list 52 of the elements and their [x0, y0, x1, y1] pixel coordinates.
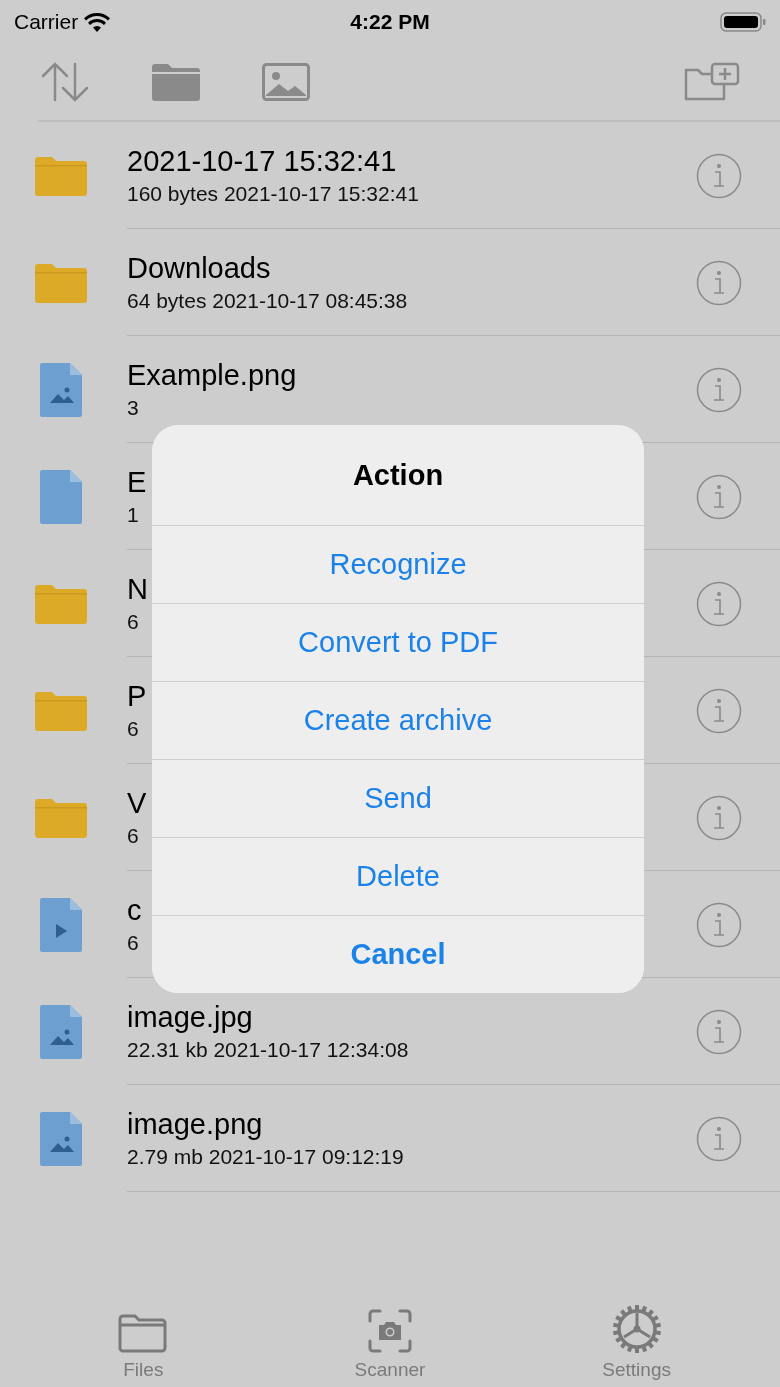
- file-name[interactable]: image.png: [127, 1108, 263, 1141]
- wifi-icon: [84, 12, 111, 32]
- file-name[interactable]: V: [127, 787, 147, 820]
- info-icon[interactable]: [696, 1008, 742, 1055]
- status-time: 4:22 PM: [350, 10, 430, 34]
- file-details: 64 bytes 2021-10-17 08:45:38: [127, 289, 408, 313]
- video-file-icon: [39, 897, 82, 952]
- file-name[interactable]: 2021-10-17 15:32:41: [127, 145, 397, 178]
- file-details: 6: [127, 610, 139, 634]
- info-icon[interactable]: [696, 366, 742, 413]
- file-details: 160 bytes 2021-10-17 15:32:41: [127, 182, 419, 206]
- new-folder-icon[interactable]: [684, 62, 740, 102]
- image-file-icon: [39, 1004, 82, 1059]
- battery-icon: [720, 12, 766, 32]
- file-name[interactable]: c: [127, 894, 142, 927]
- file-name[interactable]: E: [127, 466, 147, 499]
- folder-icon: [34, 155, 87, 196]
- info-icon[interactable]: [696, 1115, 742, 1162]
- carrier-label: Carrier: [14, 10, 79, 34]
- image-file-icon: [39, 1111, 82, 1166]
- sort-icon[interactable]: [40, 62, 90, 102]
- camera-icon: [368, 1309, 412, 1353]
- file-details: 1: [127, 503, 139, 527]
- info-icon[interactable]: [696, 687, 742, 734]
- file-details: 6: [127, 717, 139, 741]
- folder-icon: [34, 797, 87, 838]
- file-name[interactable]: Example.png: [127, 359, 297, 392]
- file-details: 22.31 kb 2021-10-17 12:34:08: [127, 1038, 409, 1062]
- file-details: 2.79 mb 2021-10-17 09:12:19: [127, 1145, 404, 1169]
- file-details: 6: [127, 824, 139, 848]
- image-icon[interactable]: [262, 63, 310, 101]
- image-file-icon: [39, 362, 82, 417]
- info-icon[interactable]: [696, 473, 742, 520]
- folder-icon: [118, 1313, 169, 1353]
- file-name[interactable]: image.jpg: [127, 1001, 253, 1034]
- file-name[interactable]: P: [127, 680, 147, 713]
- settings-icon: [612, 1305, 661, 1353]
- folder-icon[interactable]: [152, 63, 200, 101]
- dialog-title: Action: [351, 457, 445, 493]
- document-icon: [39, 469, 82, 524]
- info-icon[interactable]: [696, 259, 742, 306]
- file-details: 6: [127, 931, 139, 955]
- folder-icon: [34, 583, 87, 624]
- folder-icon: [34, 262, 87, 303]
- info-icon[interactable]: [696, 901, 742, 948]
- file-name[interactable]: N: [127, 573, 148, 606]
- file-name[interactable]: Downloads: [127, 252, 271, 285]
- info-icon[interactable]: [696, 580, 742, 627]
- folder-icon: [34, 690, 87, 731]
- file-details: 3: [127, 396, 139, 420]
- info-icon[interactable]: [696, 794, 742, 841]
- info-icon[interactable]: [696, 152, 742, 199]
